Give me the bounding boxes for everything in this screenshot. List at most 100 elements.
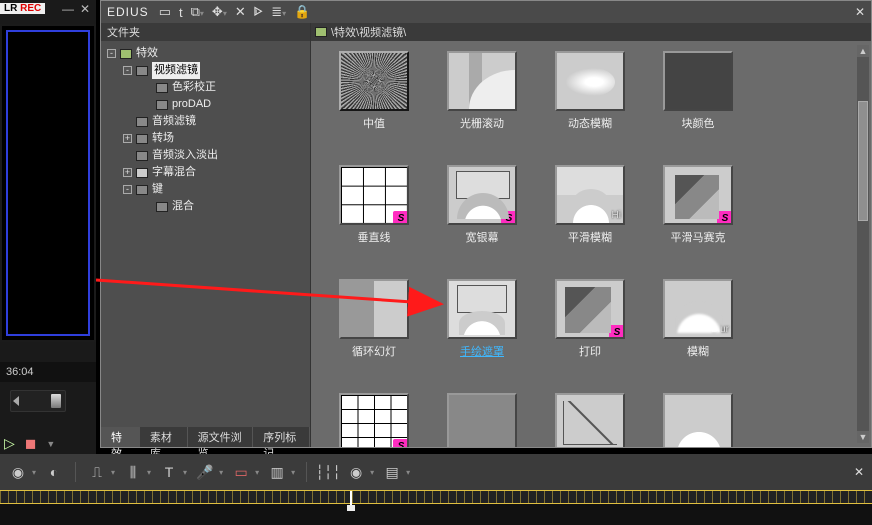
effect-item[interactable]: 中值 bbox=[321, 51, 427, 131]
expand-toggle[interactable]: - bbox=[107, 49, 116, 58]
tree-key[interactable]: 键 bbox=[152, 181, 163, 198]
tab-browser[interactable]: 源文件浏览 bbox=[188, 427, 254, 447]
effect-label: 循环幻灯 bbox=[321, 343, 427, 359]
expand-toggle[interactable]: + bbox=[123, 168, 132, 177]
tree-video-filter[interactable]: 视频滤镜 bbox=[152, 62, 200, 79]
effect-item[interactable]: Blur模糊 bbox=[645, 279, 751, 359]
effect-item[interactable]: 循环幻灯 bbox=[321, 279, 427, 359]
chevron-down-icon[interactable]: ▼ bbox=[46, 439, 55, 449]
list2-icon[interactable]: ▤ bbox=[382, 463, 402, 481]
tree-blend[interactable]: 混合 bbox=[172, 198, 194, 215]
monitor-buttons: ▷ ◼ ▼ bbox=[4, 435, 55, 452]
preset-badge: S bbox=[393, 211, 409, 225]
effect-item[interactable] bbox=[429, 393, 535, 447]
list-icon[interactable]: ≣▾ bbox=[271, 4, 286, 20]
text-icon[interactable]: T bbox=[159, 463, 179, 481]
preset-badge: S bbox=[393, 439, 409, 447]
scroll-up-icon[interactable]: ▲ bbox=[857, 45, 869, 57]
effect-item[interactable]: S垂直线 bbox=[321, 165, 427, 245]
bars-icon[interactable]: ⫼ bbox=[123, 463, 143, 481]
effect-label: 平滑模糊 bbox=[537, 229, 643, 245]
palette-icon[interactable]: ᐈ bbox=[254, 4, 263, 20]
app-brand: EDIUS bbox=[107, 5, 149, 19]
anchor-icon[interactable]: t bbox=[179, 5, 183, 20]
effect-label: 宽银幕 bbox=[429, 229, 535, 245]
play-icon[interactable]: ▷ bbox=[4, 435, 15, 452]
effect-item[interactable]: S 宽银幕 bbox=[429, 165, 535, 245]
key-icon bbox=[136, 185, 148, 195]
effect-label: 中值 bbox=[321, 115, 427, 131]
effect-item[interactable]: S平滑马赛克 bbox=[645, 165, 751, 245]
effect-item[interactable]: 手绘遮罩 bbox=[429, 279, 535, 359]
wand-icon[interactable]: ✥▾ bbox=[212, 4, 227, 20]
effect-item[interactable] bbox=[537, 393, 643, 447]
tab-library[interactable]: 素材库 bbox=[140, 427, 188, 447]
stop-icon[interactable]: ◼ bbox=[25, 435, 37, 452]
sliders-icon[interactable]: ┆╎╎ bbox=[318, 463, 338, 481]
sidebar: 文件夹 -特效 -视频滤镜 色彩校正 proDAD 音频滤镜 +转场 音频淡入淡… bbox=[101, 23, 311, 447]
playhead[interactable] bbox=[350, 491, 352, 505]
layers-icon[interactable]: ▥ bbox=[267, 463, 287, 481]
tree-prodad[interactable]: proDAD bbox=[172, 96, 211, 113]
monitor-window-controls[interactable]: —✕ bbox=[62, 2, 90, 16]
tree-title-mix[interactable]: 字幕混合 bbox=[152, 164, 196, 181]
tree-icon[interactable]: ⧉▾ bbox=[191, 4, 204, 20]
effect-item[interactable]: 动态模糊 bbox=[537, 51, 643, 131]
titlebar: EDIUS ▭ t ⧉▾ ✥▾ ✕ ᐈ ≣▾ 🔒 ✕ bbox=[101, 1, 871, 23]
effect-thumb bbox=[663, 393, 733, 447]
effect-thumb bbox=[339, 279, 409, 339]
effect-item[interactable]: S打印 bbox=[537, 279, 643, 359]
effect-label: 手绘遮罩 bbox=[429, 343, 535, 359]
folder-icon[interactable]: ▭ bbox=[159, 4, 171, 20]
effects-grid: 中值光栅滚动动态模糊块颜色S垂直线S宽银幕Hi平滑模糊S平滑马赛克循环幻灯手绘遮… bbox=[321, 51, 851, 447]
rec-prefix: LR bbox=[4, 3, 17, 14]
anchor-icon[interactable]: ⎍ bbox=[87, 463, 107, 481]
titlebar-toolbar: ▭ t ⧉▾ ✥▾ ✕ ᐈ ≣▾ 🔒 bbox=[159, 4, 845, 20]
effect-label: 动态模糊 bbox=[537, 115, 643, 131]
timeline[interactable] bbox=[0, 490, 872, 525]
filter-icon bbox=[156, 202, 168, 212]
expand-toggle[interactable]: - bbox=[123, 66, 132, 75]
tab-effects[interactable]: 特效 bbox=[101, 427, 140, 447]
effect-item[interactable]: Hi平滑模糊 bbox=[537, 165, 643, 245]
scroll-down-icon[interactable]: ▼ bbox=[857, 431, 869, 443]
tab-markers[interactable]: 序列标记 bbox=[253, 427, 310, 447]
tree-transition[interactable]: 转场 bbox=[152, 130, 174, 147]
panel-close-icon[interactable]: ✕ bbox=[855, 5, 865, 19]
scissors-icon[interactable]: ✕ bbox=[235, 4, 246, 20]
tree-audio-filter[interactable]: 音频滤镜 bbox=[152, 113, 196, 130]
tree-effects[interactable]: 特效 bbox=[136, 45, 158, 62]
strip-icon[interactable]: ▭ bbox=[231, 463, 251, 481]
effect-item[interactable]: 块颜色 bbox=[645, 51, 751, 131]
scroll-thumb[interactable] bbox=[858, 101, 868, 221]
volume-slider[interactable] bbox=[10, 390, 66, 412]
tree-color-correct[interactable]: 色彩校正 bbox=[172, 79, 216, 96]
mic-icon[interactable]: 🎤 bbox=[195, 463, 215, 481]
lock-icon[interactable]: 🔒 bbox=[294, 4, 310, 20]
sidebar-tabs: 特效 素材库 源文件浏览 序列标记 bbox=[101, 427, 310, 447]
tree-audio-cross[interactable]: 音频淡入淡出 bbox=[152, 147, 218, 164]
effect-item[interactable]: 光栅滚动 bbox=[429, 51, 535, 131]
minimize-icon[interactable]: — bbox=[62, 2, 74, 16]
in-icon[interactable]: ◐ bbox=[44, 463, 64, 481]
effect-thumb: S bbox=[339, 165, 409, 225]
expand-toggle[interactable]: + bbox=[123, 134, 132, 143]
effect-thumb: S bbox=[339, 393, 409, 447]
expand-toggle[interactable]: - bbox=[123, 185, 132, 194]
timeline-ruler[interactable] bbox=[0, 490, 872, 504]
effect-label: 块颜色 bbox=[645, 115, 751, 131]
effect-item[interactable]: S bbox=[321, 393, 427, 447]
scrollbar[interactable]: ▲ ▼ bbox=[857, 45, 869, 443]
filter-icon bbox=[156, 100, 168, 110]
sidebar-header: 文件夹 bbox=[101, 23, 310, 41]
preset-badge: S bbox=[501, 211, 517, 225]
folder-tree[interactable]: -特效 -视频滤镜 色彩校正 proDAD 音频滤镜 +转场 音频淡入淡出 +字… bbox=[101, 41, 310, 427]
toolbar-close-icon[interactable]: ✕ bbox=[854, 465, 864, 479]
record-icon[interactable]: ◉ bbox=[8, 463, 28, 481]
effect-item[interactable] bbox=[645, 393, 751, 447]
close-icon[interactable]: ✕ bbox=[80, 2, 90, 16]
vol-knob[interactable] bbox=[51, 394, 61, 408]
color-wheel-icon[interactable]: ◉ bbox=[346, 463, 366, 481]
corner-label: Blur bbox=[711, 324, 729, 335]
effect-thumb: S bbox=[555, 279, 625, 339]
